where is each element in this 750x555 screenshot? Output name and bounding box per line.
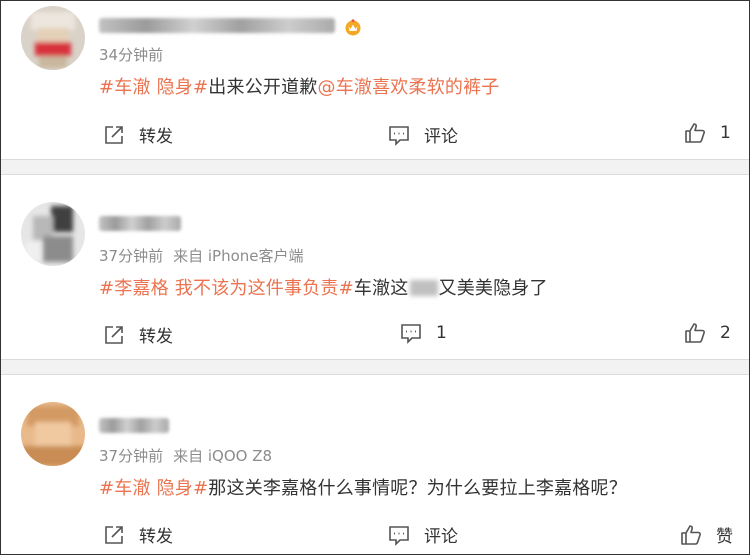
- avatar-image: [21, 6, 85, 70]
- repost-icon: [105, 325, 123, 344]
- comment-time: 34分钟前: [99, 46, 164, 64]
- comment-icon: [389, 125, 409, 146]
- comment-text: #车澈 隐身#出来公开道歉@车澈喜欢柔软的裤子: [99, 73, 500, 99]
- hashtag-link[interactable]: #车澈 隐身#: [99, 478, 208, 499]
- repost-label: 转发: [139, 127, 173, 147]
- comment-button[interactable]: 1: [400, 322, 447, 344]
- comment-body: 出来公开道歉: [208, 77, 318, 98]
- avatar[interactable]: [21, 202, 85, 266]
- comment-separator: [1, 159, 749, 175]
- hashtag-link[interactable]: #李嘉格 我不该为这件事负责#: [99, 278, 354, 299]
- like-button[interactable]: 2: [684, 322, 731, 344]
- avatar-image: [21, 402, 85, 466]
- like-button[interactable]: 赞: [680, 522, 733, 547]
- comment-source: 来自 iPhone客户端: [173, 247, 304, 265]
- username-blurred[interactable]: [99, 18, 335, 33]
- comment-icon: [389, 525, 409, 546]
- like-count: 1: [720, 123, 731, 143]
- repost-label: 转发: [139, 327, 173, 347]
- blurred-text: [409, 280, 438, 296]
- comment-body: 车澈这: [353, 278, 409, 299]
- comment-meta: 34分钟前: [99, 44, 163, 65]
- comment-source: 来自 iQOO Z8: [173, 447, 273, 465]
- username-blurred[interactable]: [99, 216, 181, 231]
- comment-text: #李嘉格 我不该为这件事负责#车澈这 又美美隐身了: [99, 274, 548, 300]
- repost-button[interactable]: 转发: [103, 122, 173, 147]
- avatar[interactable]: [21, 6, 85, 70]
- like-label: 赞: [716, 527, 733, 547]
- comment-meta: 37分钟前 来自 iQOO Z8: [99, 445, 272, 466]
- avatar[interactable]: [21, 402, 85, 466]
- comment-icon: [401, 324, 421, 344]
- thumbs-up-icon: [681, 524, 701, 545]
- comment-feed: 34分钟前 #车澈 隐身#出来公开道歉@车澈喜欢柔软的裤子 转发 评论 1 37…: [0, 0, 750, 555]
- repost-icon: [105, 125, 123, 144]
- comment-separator: [1, 359, 749, 375]
- username-blurred[interactable]: [99, 418, 169, 433]
- repost-label: 转发: [139, 527, 173, 547]
- comment-time: 37分钟前: [99, 247, 164, 265]
- comment-count: 1: [436, 323, 447, 343]
- repost-icon: [105, 525, 123, 544]
- comment-label: 评论: [424, 527, 458, 547]
- vip-crown-badge-icon: [345, 19, 361, 36]
- comment-button[interactable]: 评论: [388, 522, 458, 547]
- comment-body: 那这关李嘉格什么事情呢？为什么要拉上李嘉格呢？: [208, 478, 627, 499]
- comment-text: #车澈 隐身#那这关李嘉格什么事情呢？为什么要拉上李嘉格呢？: [99, 474, 627, 500]
- comment-label: 评论: [424, 127, 458, 147]
- mention-link[interactable]: @车澈喜欢柔软的裤子: [318, 77, 500, 98]
- comment-meta: 37分钟前 来自 iPhone客户端: [99, 245, 304, 266]
- like-count: 2: [720, 323, 731, 343]
- comment-button[interactable]: 评论: [388, 122, 458, 147]
- hashtag-link[interactable]: #车澈 隐身#: [99, 77, 208, 98]
- avatar-image: [21, 202, 85, 266]
- repost-button[interactable]: 转发: [103, 522, 173, 547]
- thumbs-up-icon: [685, 123, 705, 143]
- like-button[interactable]: 1: [684, 122, 731, 144]
- thumbs-up-icon: [685, 323, 705, 343]
- comment-time: 37分钟前: [99, 447, 164, 465]
- comment-body-continued: 又美美隐身了: [438, 278, 548, 299]
- repost-button[interactable]: 转发: [103, 322, 173, 347]
